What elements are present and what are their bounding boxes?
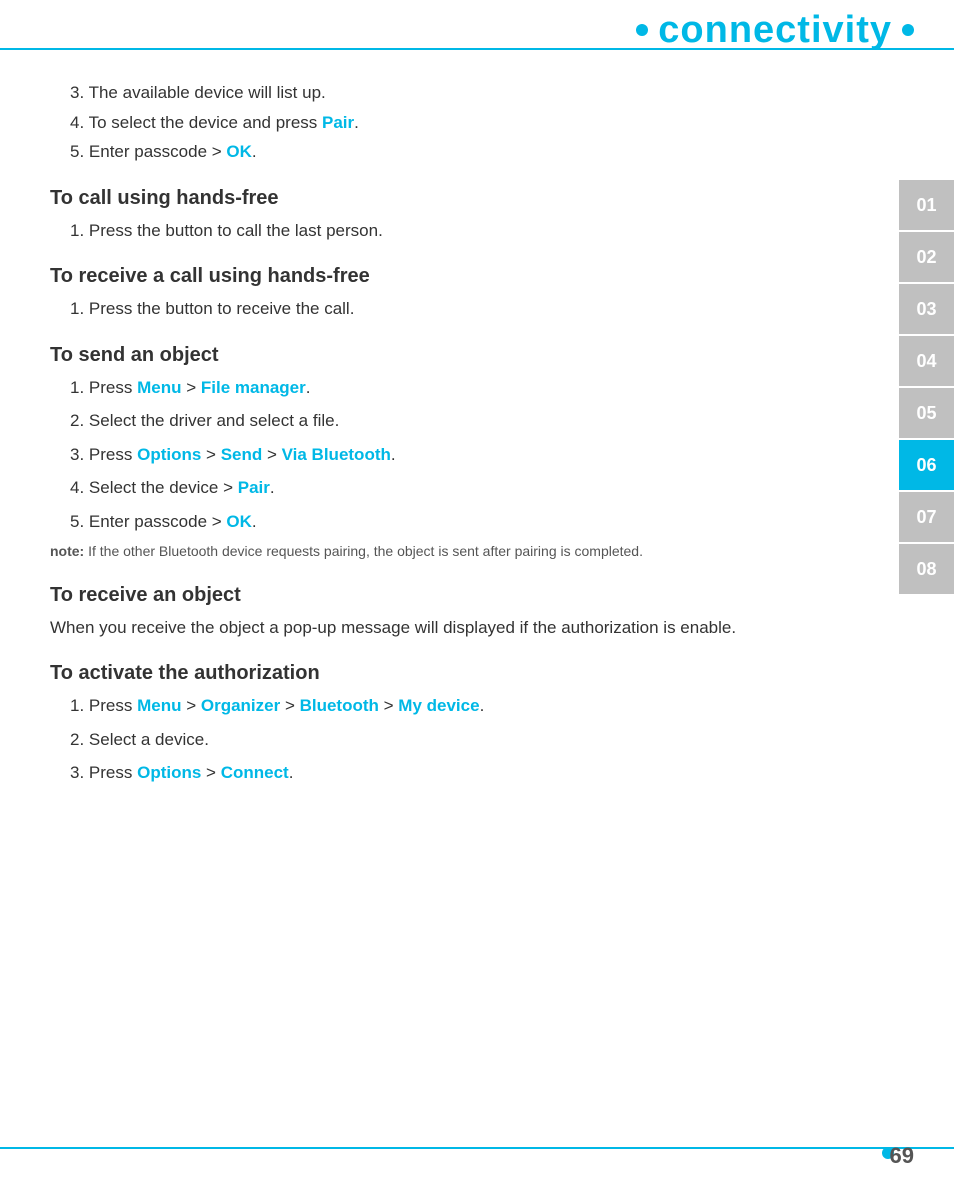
intro-list-item-4: 4. To select the device and press Pair. [50,110,874,136]
receive-object-body: When you receive the object a pop-up mes… [50,615,874,641]
send-highlight: Send [221,445,263,464]
send-item-3: 3. Press Options > Send > Via Bluetooth. [50,442,874,468]
via-bluetooth-highlight: Via Bluetooth [282,445,391,464]
send-item-4: 4. Select the device > Pair. [50,475,874,501]
header: connectivity [0,0,954,60]
section-heading-send: To send an object [50,344,874,367]
activate-item-1: 1. Press Menu > Organizer > Bluetooth > … [50,693,874,719]
sidebar-item-07[interactable]: 07 [899,492,954,542]
pair-highlight-2: Pair [238,478,270,497]
sidebar-item-06[interactable]: 06 [899,440,954,490]
note-text: note: If the other Bluetooth device requ… [50,542,874,562]
send-item-2: 2. Select the driver and select a file. [50,408,874,434]
call-item-1: 1. Press the button to call the last per… [50,218,874,244]
section-heading-activate: To activate the authorization [50,662,874,685]
header-line [0,48,954,50]
bottom-bar [0,1147,954,1149]
header-title-group: connectivity [636,9,914,52]
options-highlight-1: Options [137,445,201,464]
sidebar-item-03[interactable]: 03 [899,284,954,334]
section-heading-call: To call using hands-free [50,187,874,210]
page-number: 69 [890,1143,914,1169]
sidebar-item-08[interactable]: 08 [899,544,954,594]
header-dot-left [636,24,648,36]
main-content: 3. The available device will list up. 4.… [50,65,874,1129]
ok-highlight-2: OK [226,512,252,531]
sidebar-item-01[interactable]: 01 [899,180,954,230]
intro-list-item-5: 5. Enter passcode > OK. [50,139,874,165]
file-manager-highlight: File manager [201,378,306,397]
intro-list-item-3: 3. The available device will list up. [50,80,874,106]
section-heading-receive-call: To receive a call using hands-free [50,265,874,288]
ok-highlight-1: OK [226,142,252,161]
sidebar-item-05[interactable]: 05 [899,388,954,438]
side-nav: 01 02 03 04 05 06 07 08 [899,180,954,594]
note-label: note: [50,543,84,559]
sidebar-item-02[interactable]: 02 [899,232,954,282]
page-title: connectivity [658,9,892,52]
my-device-highlight: My device [398,696,479,715]
options-highlight-2: Options [137,763,201,782]
send-item-1: 1. Press Menu > File manager. [50,375,874,401]
activate-item-3: 3. Press Options > Connect. [50,760,874,786]
header-dot-right [902,24,914,36]
intro-item-4-text: 4. To select the device and press Pair. [50,113,359,132]
organizer-highlight: Organizer [201,696,280,715]
menu-highlight-1: Menu [137,378,181,397]
section-heading-receive-object: To receive an object [50,584,874,607]
connect-highlight: Connect [221,763,289,782]
intro-item-5-text: 5. Enter passcode > OK. [50,142,257,161]
sidebar-item-04[interactable]: 04 [899,336,954,386]
send-item-5: 5. Enter passcode > OK. [50,509,874,535]
receive-call-item-1: 1. Press the button to receive the call. [50,296,874,322]
activate-item-2: 2. Select a device. [50,727,874,753]
intro-item-3-text: 3. The available device will list up. [50,83,326,102]
bluetooth-highlight: Bluetooth [300,696,379,715]
pair-highlight-1: Pair [322,113,354,132]
menu-highlight-2: Menu [137,696,181,715]
